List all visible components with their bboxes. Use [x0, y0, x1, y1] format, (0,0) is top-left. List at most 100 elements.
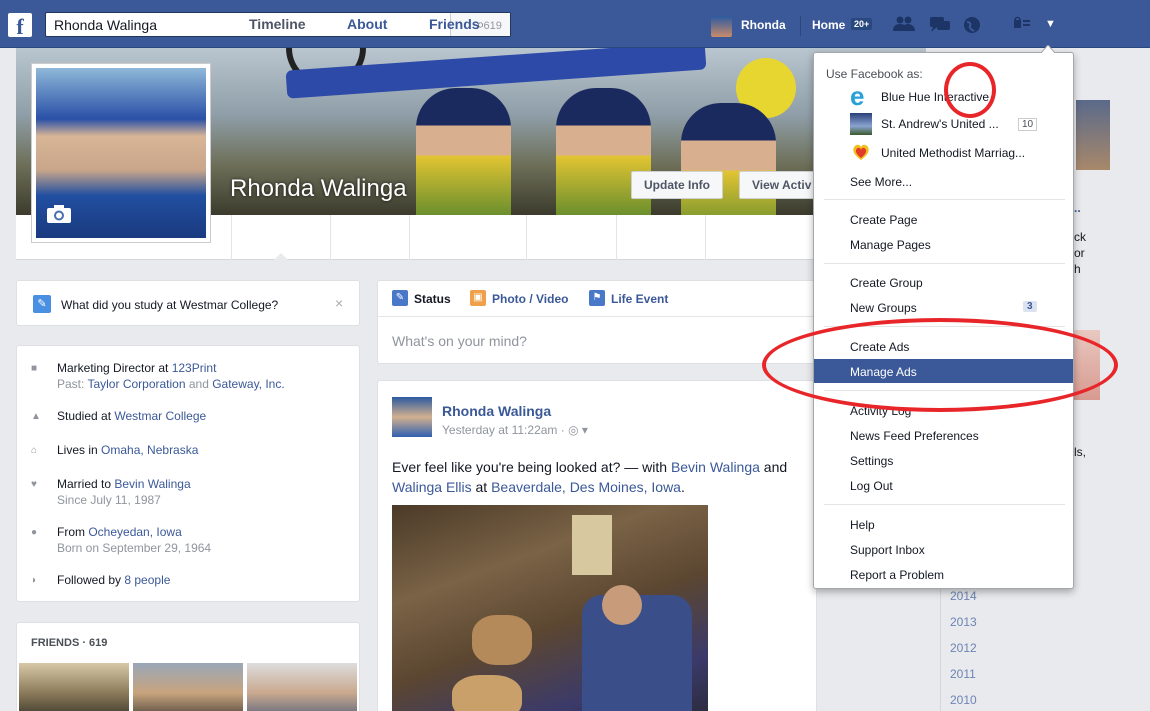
report-a-problem-item[interactable]: Report a Problem	[850, 568, 944, 582]
graduation-cap-icon: ▲	[31, 411, 41, 422]
friends-card-title[interactable]: FRIENDS · 619	[31, 637, 107, 649]
photo-icon: ▣	[470, 290, 486, 306]
new-groups-item[interactable]: New Groups	[850, 301, 917, 315]
search-input-value: Rhonda Walinga	[54, 17, 157, 33]
right-column-snippet: or	[1074, 246, 1085, 260]
past-company-link[interactable]: Taylor Corporation	[87, 377, 185, 391]
right-column-snippet: h	[1074, 262, 1081, 276]
create-group-item[interactable]: Create Group	[850, 276, 923, 290]
study-prompt-card[interactable]: ✎ What did you study at Westmar College?…	[16, 280, 360, 326]
manage-pages-item[interactable]: Manage Pages	[850, 238, 931, 252]
year-link-2011[interactable]: 2011	[950, 667, 976, 681]
tab-photos[interactable]: Photos	[547, 16, 594, 32]
messages-icon[interactable]	[929, 16, 950, 34]
flag-icon: ⚑	[589, 290, 605, 306]
support-inbox-item[interactable]: Support Inbox	[850, 543, 925, 557]
news-feed-preferences-item[interactable]: News Feed Preferences	[850, 429, 979, 443]
intro-past-and: and	[185, 377, 213, 391]
camera-icon[interactable]	[46, 204, 72, 230]
photo-window	[572, 515, 612, 575]
year-link-2013[interactable]: 2013	[950, 615, 977, 629]
notifications-globe-icon[interactable]	[962, 16, 982, 34]
location-pin-icon: ●	[31, 527, 38, 538]
facebook-logo-icon[interactable]: f	[8, 13, 32, 37]
tab-divider	[616, 215, 617, 260]
home-badge: 20+	[851, 18, 873, 30]
intro-studied-text: Studied at	[57, 409, 115, 423]
post-timestamp[interactable]: Yesterday at 11:22am · ◎ ▾	[442, 423, 588, 437]
post-text-part: at	[471, 479, 492, 495]
composer-status-tab[interactable]: Status	[414, 292, 451, 306]
intro-past-label: Past:	[57, 377, 88, 391]
tab-timeline[interactable]: Timeline	[249, 16, 306, 32]
page-notification-badge: 10	[1018, 118, 1038, 131]
privacy-shortcuts-icon[interactable]	[1012, 16, 1032, 34]
page-st-andrews[interactable]: St. Andrew's United ...	[881, 117, 999, 131]
photo-dog	[452, 675, 522, 711]
tab-divider	[231, 215, 232, 260]
create-page-item[interactable]: Create Page	[850, 213, 917, 227]
composer-life-event-tab[interactable]: Life Event	[611, 292, 668, 306]
photo-person-head	[602, 585, 642, 625]
nav-profile-link[interactable]: Rhonda	[741, 18, 786, 32]
current-city-link[interactable]: Omaha, Nebraska	[101, 443, 198, 457]
year-link-2014[interactable]: 2014	[950, 589, 977, 603]
post-text-part: Ever feel like you're being looked at? —…	[392, 459, 671, 475]
see-more-pages-link[interactable]: See More...	[850, 175, 912, 189]
hometown-link[interactable]: Ocheyedan, Iowa	[88, 525, 181, 539]
profile-picture[interactable]	[31, 63, 211, 243]
red-annotation-oval	[762, 318, 1118, 412]
close-icon[interactable]: ×	[335, 295, 343, 311]
nav-divider	[800, 16, 801, 36]
tagged-person-link[interactable]: Walinga Ellis	[392, 479, 472, 495]
pencil-icon: ✎	[33, 295, 51, 313]
friend-thumbnail[interactable]	[19, 663, 129, 711]
post-photo[interactable]	[392, 505, 708, 711]
tab-friends[interactable]: Friends 619	[429, 16, 502, 32]
right-column-image[interactable]	[1076, 100, 1110, 170]
friend-thumbnail[interactable]	[247, 663, 357, 711]
intro-married-since: Since July 11, 1987	[57, 493, 161, 507]
composer-photo-tab[interactable]: Photo / Video	[492, 292, 568, 306]
settings-item[interactable]: Settings	[850, 454, 893, 468]
tab-about[interactable]: About	[347, 16, 387, 32]
update-info-button[interactable]: Update Info	[631, 171, 723, 199]
composer-input[interactable]: What's on your mind?	[392, 333, 527, 349]
past-company-link[interactable]: Gateway, Inc.	[212, 377, 284, 391]
year-link-2010[interactable]: 2010	[950, 693, 977, 707]
post-text: Ever feel like you're being looked at? —…	[392, 457, 832, 497]
year-link-2012[interactable]: 2012	[950, 641, 977, 655]
intro-followed-text: Followed by	[57, 573, 125, 587]
followers-link[interactable]: 8 people	[124, 573, 170, 587]
post-text-part: and	[759, 459, 788, 475]
school-link[interactable]: Westmar College	[114, 409, 206, 423]
location-link[interactable]: Beaverdale, Des Moines, Iowa	[491, 479, 681, 495]
tagged-person-link[interactable]: Bevin Walinga	[671, 459, 760, 475]
tab-more[interactable]: More ▾	[635, 16, 679, 33]
intro-work-text: Marketing Director at	[57, 361, 172, 375]
help-item[interactable]: Help	[850, 518, 875, 532]
friends-card: FRIENDS · 619	[16, 622, 360, 711]
study-prompt-text[interactable]: What did you study at Westmar College?	[61, 298, 278, 312]
tab-divider	[705, 215, 706, 260]
view-activity-log-button[interactable]: View Activ	[739, 171, 819, 199]
blue-hue-logo-icon: e	[850, 81, 872, 111]
red-annotation-circle	[944, 62, 996, 118]
post-author-name[interactable]: Rhonda Walinga	[442, 403, 551, 419]
st-andrews-page-icon	[850, 113, 872, 135]
tab-friends-count: 619	[483, 20, 502, 32]
nav-avatar[interactable]	[711, 16, 732, 37]
work-company-link[interactable]: 123Print	[172, 361, 217, 375]
profile-name: Rhonda Walinga	[230, 175, 407, 202]
log-out-item[interactable]: Log Out	[850, 479, 893, 493]
friend-requests-icon[interactable]	[893, 16, 915, 34]
spouse-link[interactable]: Bevin Walinga	[114, 477, 190, 491]
right-column-snippet: ck	[1074, 230, 1086, 244]
use-facebook-as-label: Use Facebook as:	[826, 67, 923, 81]
friend-thumbnail[interactable]	[133, 663, 243, 711]
page-united-methodist-marriage[interactable]: United Methodist Marriag...	[881, 146, 1025, 160]
account-menu-arrow-icon[interactable]: ▼	[1045, 18, 1056, 30]
nav-home-link[interactable]: Home	[812, 18, 845, 32]
status-pencil-icon: ✎	[392, 290, 408, 306]
post-author-avatar[interactable]	[392, 397, 432, 437]
